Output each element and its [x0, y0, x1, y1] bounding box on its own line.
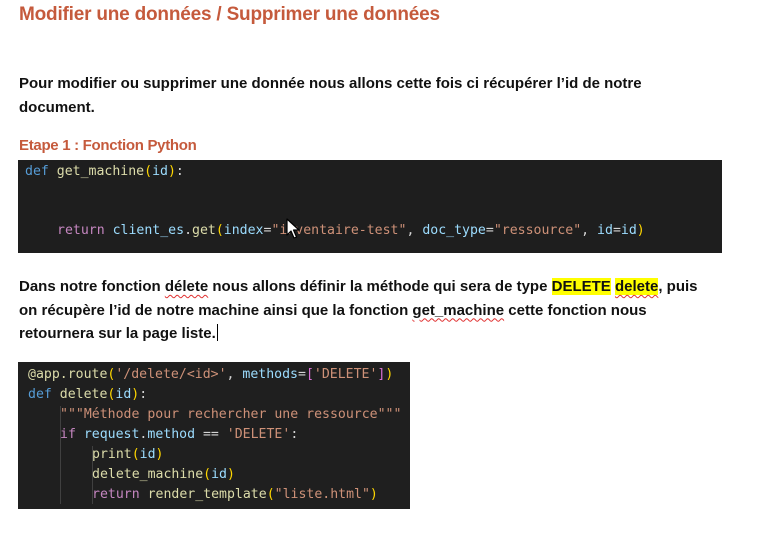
code-block-get-machine: def get_machine(id): return client_es.ge…	[18, 160, 722, 253]
code-function-call: render_template	[147, 487, 267, 502]
code-block-delete-route: @app.route('/delete/<id>', methods=['DEL…	[18, 362, 410, 509]
explanation-paragraph: Dans notre fonction délete nous allons d…	[19, 275, 779, 346]
code-param: id	[115, 387, 132, 402]
code-keyword: def	[25, 164, 49, 179]
highlighted-misspelled-word: delete	[614, 278, 659, 295]
code-kwarg: methods	[242, 367, 298, 382]
intro-line-1: Pour modifier ou supprimer une donnée no…	[19, 75, 642, 92]
code-arg: id	[139, 447, 156, 462]
code-function-call: delete_machine	[92, 467, 204, 482]
page-heading: Modifier une données / Supprimer une don…	[19, 4, 440, 25]
code-method: get	[192, 223, 216, 238]
code2-line-2: def delete(id):	[28, 387, 148, 402]
text-caret	[216, 324, 218, 341]
explanation-line-2: on récupère l’id de notre machine ainsi …	[19, 301, 647, 319]
code-kwarg: id	[597, 223, 613, 238]
code2-line-1: @app.route('/delete/<id>', methods=['DEL…	[28, 367, 394, 382]
code-keyword: def	[28, 387, 52, 402]
code-string: 'DELETE'	[313, 367, 378, 382]
highlighted-text: DELETE	[551, 278, 611, 295]
explanation-line-3: retournera sur la page liste.	[19, 324, 218, 342]
code1-line-1: def get_machine(id):	[25, 164, 184, 179]
code-function-name: get_machine	[56, 164, 145, 179]
code-decorator: @app.route	[28, 367, 108, 382]
code2-line-4: if request.method == 'DELETE':	[60, 427, 299, 442]
code-keyword: return	[92, 487, 140, 502]
code-attribute: method	[147, 427, 196, 442]
misspelled-word: get_machine	[412, 301, 505, 319]
code-object: request	[83, 427, 140, 442]
mouse-cursor-icon	[286, 218, 300, 239]
code2-line-3: """Méthode pour rechercher une ressource…	[60, 406, 401, 424]
code-string: 'DELETE'	[226, 427, 291, 442]
code-function-call: print	[92, 447, 132, 462]
code2-line-6: delete_machine(id)	[92, 467, 235, 482]
code-keyword: if	[60, 427, 76, 442]
code-arg: id	[211, 467, 227, 482]
code-docstring: """Méthode pour rechercher une ressource…	[60, 407, 402, 422]
code-value: id	[620, 223, 637, 238]
code-string: "ressource"	[493, 223, 582, 238]
code2-line-7: return render_template("liste.html")	[92, 487, 378, 502]
step-1-title: Etape 1 : Fonction Python	[19, 137, 197, 154]
code-object: client_es	[112, 223, 185, 238]
code-kwarg: index	[223, 223, 264, 238]
code-string: "liste.html"	[274, 487, 370, 502]
intro-paragraph: Pour modifier ou supprimer une donnée no…	[19, 72, 739, 119]
code-string: '/delete/<id>'	[115, 367, 227, 382]
explanation-line-1: Dans notre fonction délete nous allons d…	[19, 278, 698, 295]
code-param: id	[152, 164, 168, 179]
code-keyword: return	[57, 223, 105, 238]
code2-line-5: print(id)	[92, 447, 164, 462]
code1-line-2: return client_es.get(index="inventaire-t…	[57, 223, 645, 238]
code-kwarg: doc_type	[422, 223, 486, 238]
code-function-name: delete	[59, 387, 108, 402]
intro-line-2: document.	[19, 98, 95, 116]
misspelled-word: délete	[164, 278, 209, 295]
